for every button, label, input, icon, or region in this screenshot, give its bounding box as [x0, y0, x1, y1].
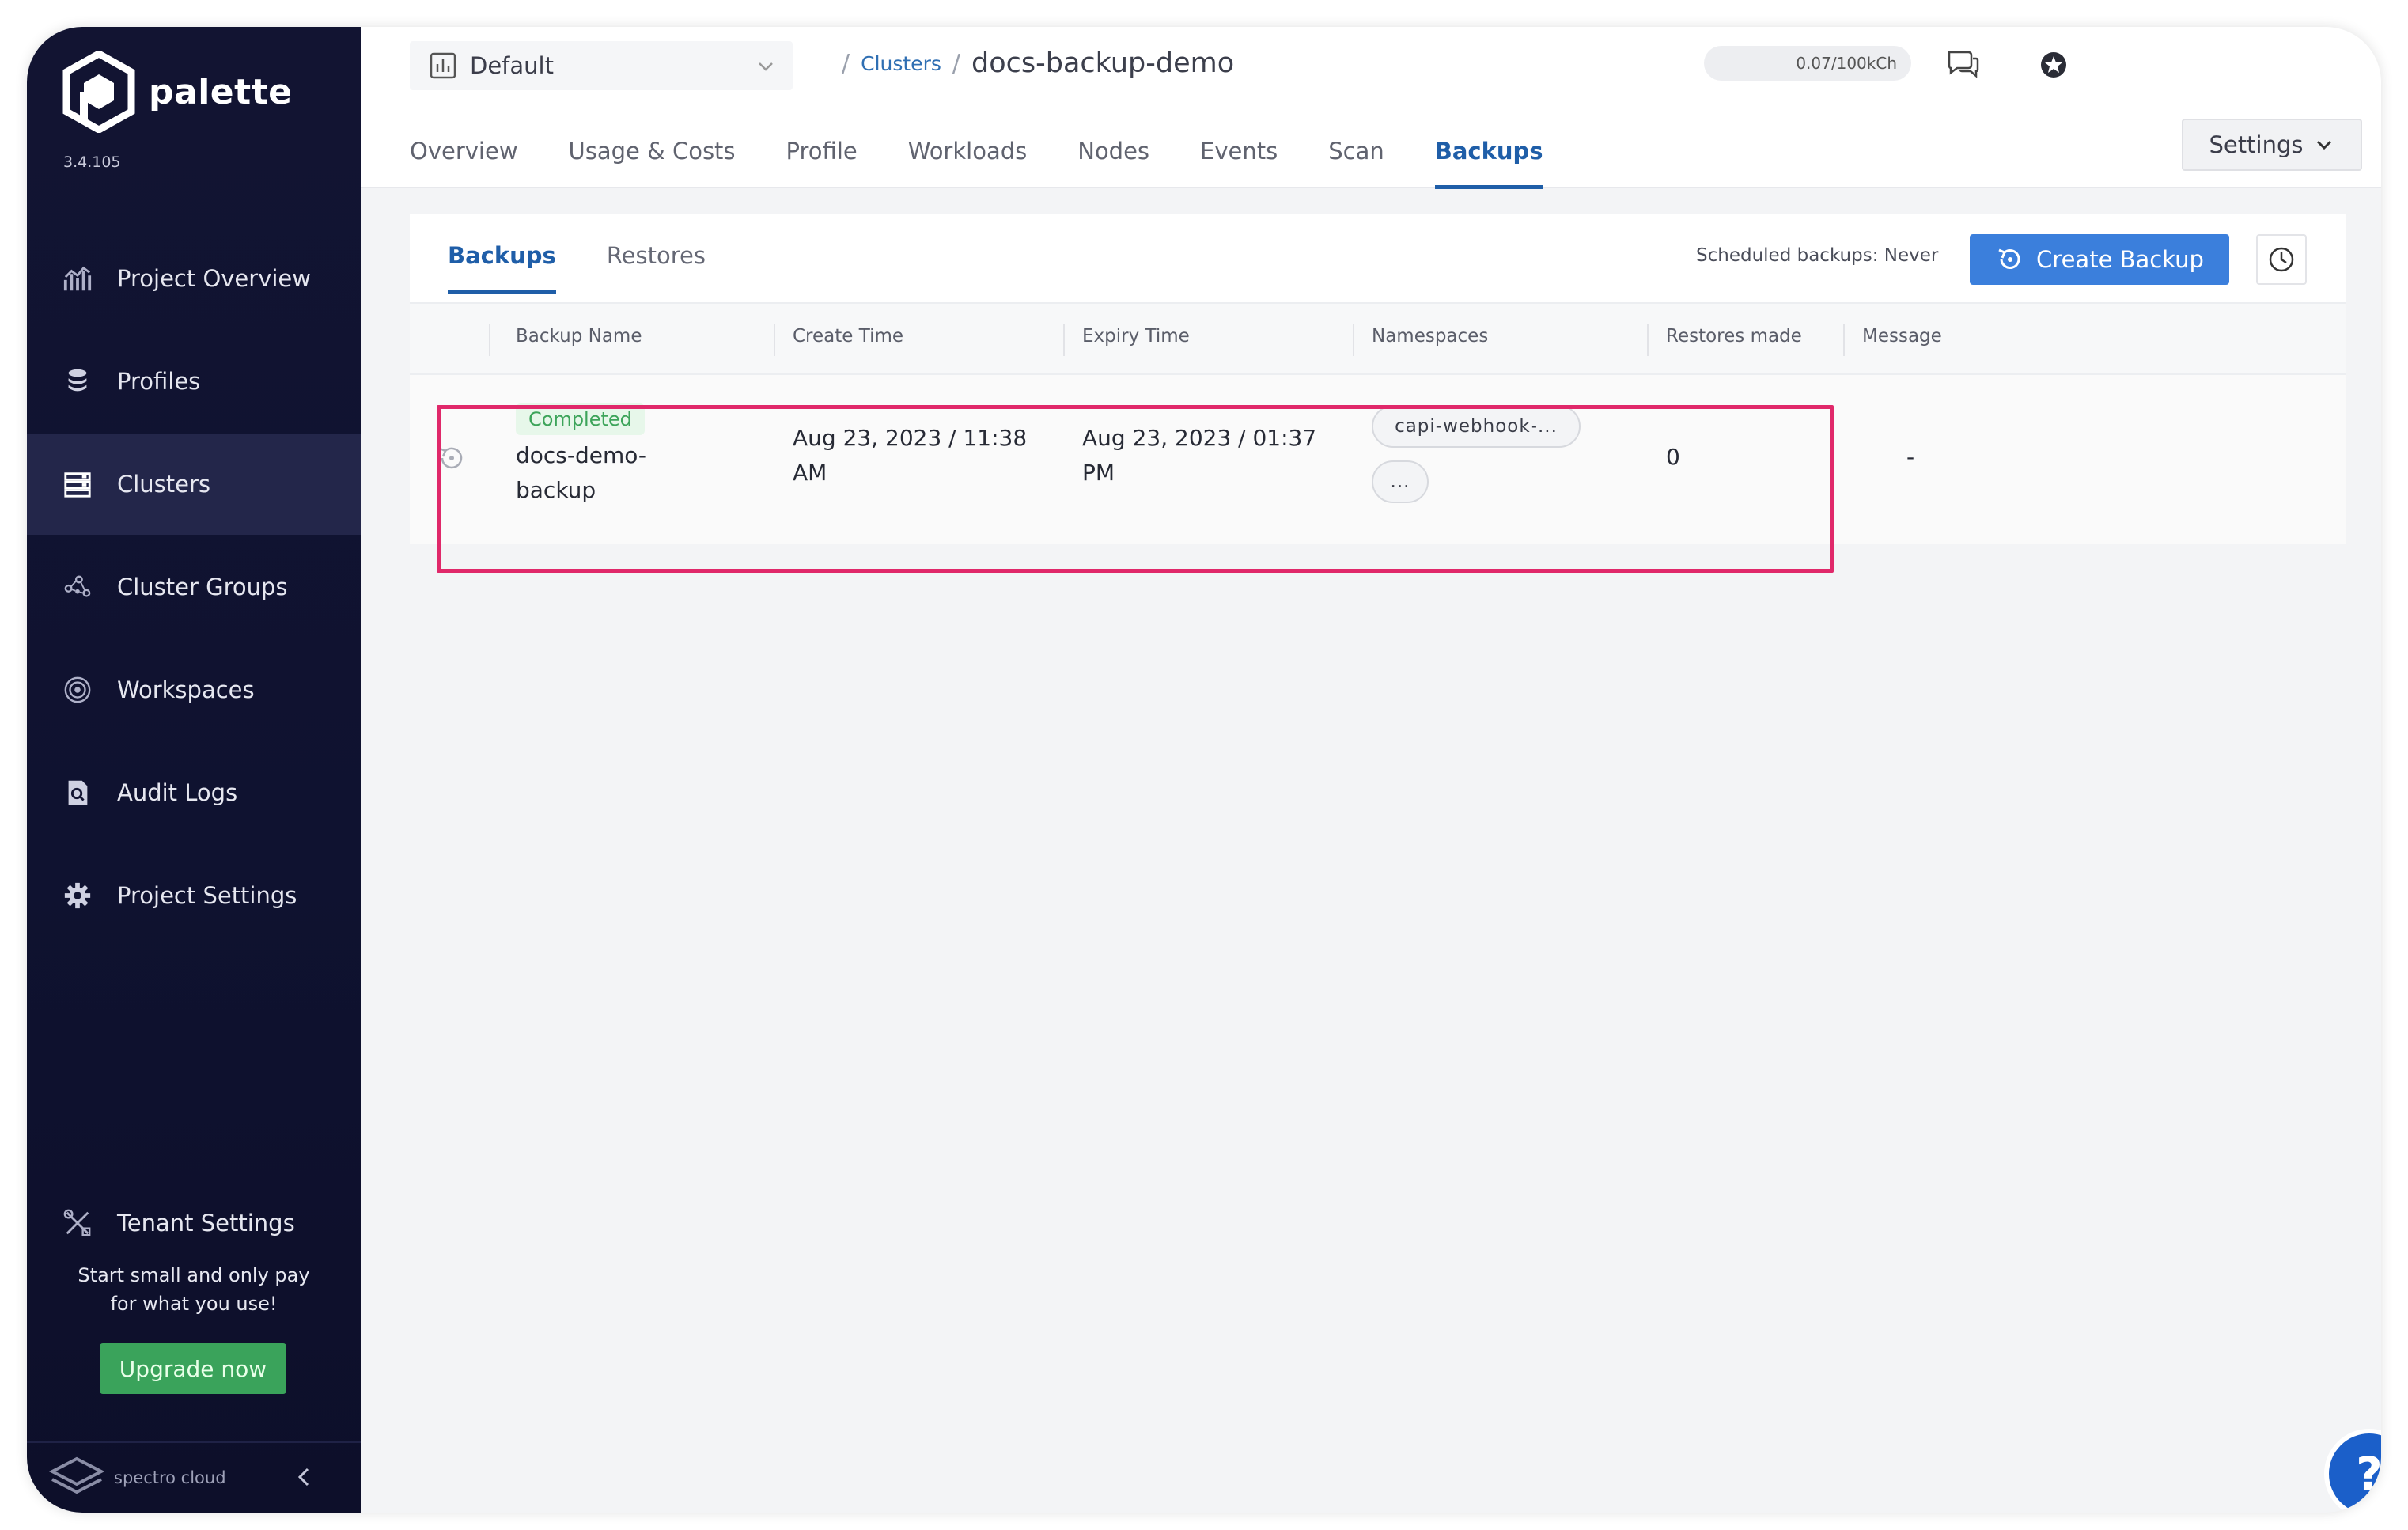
chart-icon [62, 263, 93, 294]
help-button[interactable]: ? [2329, 1433, 2381, 1513]
column-divider [1063, 324, 1065, 356]
table-header: Backup Name Create Time Expiry Time Name… [410, 302, 2346, 375]
column-divider [489, 324, 490, 356]
breadcrumb-clusters-link[interactable]: Clusters [861, 52, 941, 75]
tab-nodes[interactable]: Nodes [1077, 138, 1149, 189]
promo-line: Start small and only pay [78, 1264, 310, 1286]
app-window: palette 3.4.105 Project Overview Profile… [27, 27, 2381, 1513]
column-divider [1843, 324, 1845, 356]
top-bar: Default / Clusters / docs-backup-demo 0.… [361, 27, 2381, 189]
column-create-time[interactable]: Create Time [793, 326, 903, 347]
promo-line: for what you use! [110, 1293, 278, 1315]
column-restores-made[interactable]: Restores made [1666, 326, 1802, 347]
star-badge-icon[interactable] [2035, 46, 2073, 84]
message-cell: - [1906, 444, 1915, 470]
sidebar-item-workspaces[interactable]: Workspaces [27, 639, 361, 740]
backup-subtabs: Backups Restores [448, 242, 756, 294]
clusters-icon [62, 468, 93, 500]
create-backup-label: Create Backup [2036, 246, 2204, 273]
sidebar-item-label: Project Settings [117, 882, 297, 909]
highlight-annotation-box [437, 405, 1834, 573]
palette-logo-icon [62, 51, 135, 133]
tab-events[interactable]: Events [1200, 138, 1278, 189]
tab-usage-costs[interactable]: Usage & Costs [569, 138, 736, 189]
sidebar-item-profiles[interactable]: Profiles [27, 331, 361, 432]
sidebar-item-project-overview[interactable]: Project Overview [27, 228, 361, 329]
column-namespaces[interactable]: Namespaces [1372, 326, 1488, 347]
tab-restores[interactable]: Restores [607, 242, 706, 294]
tab-profile[interactable]: Profile [786, 138, 858, 189]
breadcrumb-separator: / [842, 49, 850, 78]
tab-workloads[interactable]: Workloads [908, 138, 1028, 189]
sidebar-item-label: Workspaces [117, 676, 255, 703]
column-divider [1353, 324, 1354, 356]
column-divider [774, 324, 775, 356]
tab-backups-list[interactable]: Backups [448, 242, 556, 294]
chevron-down-icon [759, 62, 773, 71]
tools-icon [62, 1207, 93, 1239]
sidebar: palette 3.4.105 Project Overview Profile… [27, 27, 361, 1513]
schedule-backup-button[interactable] [2256, 234, 2307, 285]
chat-icon[interactable] [1944, 46, 1982, 84]
sidebar-item-label: Audit Logs [117, 779, 238, 806]
sidebar-item-clusters[interactable]: Clusters [27, 434, 361, 535]
usage-credits-badge[interactable]: 0.07/100kCh [1704, 46, 1911, 81]
settings-dropdown-button[interactable]: Settings [2182, 119, 2362, 171]
promo-text: Start small and only pay for what you us… [27, 1261, 361, 1318]
audit-icon [62, 777, 93, 809]
target-icon [62, 674, 93, 706]
page-title: docs-backup-demo [971, 47, 1235, 79]
gear-icon [62, 880, 93, 911]
tab-scan[interactable]: Scan [1328, 138, 1384, 189]
sidebar-item-tenant-settings[interactable]: Tenant Settings [27, 1172, 361, 1274]
spectro-cloud-logo-icon [49, 1456, 104, 1494]
cluster-tabs: Overview Usage & Costs Profile Workloads… [410, 138, 1594, 189]
column-backup-name[interactable]: Backup Name [516, 326, 642, 347]
project-name: Default [470, 52, 554, 79]
upgrade-now-button[interactable]: Upgrade now [100, 1343, 286, 1394]
project-selector[interactable]: Default [410, 41, 793, 90]
project-icon [430, 52, 456, 79]
footer-brand: spectro cloud [114, 1468, 226, 1487]
sidebar-item-label: Project Overview [117, 265, 311, 292]
settings-label: Settings [2209, 131, 2304, 158]
sidebar-item-audit-logs[interactable]: Audit Logs [27, 742, 361, 843]
sidebar-item-label: Cluster Groups [117, 574, 288, 600]
column-message[interactable]: Message [1862, 326, 1942, 347]
stack-icon [62, 365, 93, 397]
sidebar-item-label: Clusters [117, 471, 211, 498]
brand-logo[interactable]: palette [62, 51, 293, 133]
breadcrumb-separator: / [952, 49, 960, 78]
sidebar-item-label: Profiles [117, 368, 201, 395]
backup-icon [1998, 248, 2020, 269]
column-expiry-time[interactable]: Expiry Time [1082, 326, 1190, 347]
breadcrumb: / Clusters / docs-backup-demo [831, 47, 1234, 79]
scheduled-backups-status: Scheduled backups: Never [1696, 245, 1939, 266]
sidebar-item-label: Tenant Settings [117, 1210, 295, 1236]
tab-backups[interactable]: Backups [1434, 138, 1543, 189]
graph-icon [62, 571, 93, 603]
brand-name: palette [149, 71, 293, 112]
column-divider [1647, 324, 1649, 356]
create-backup-button[interactable]: Create Backup [1970, 234, 2229, 285]
sidebar-item-cluster-groups[interactable]: Cluster Groups [27, 536, 361, 638]
sidebar-item-project-settings[interactable]: Project Settings [27, 845, 361, 946]
tab-overview[interactable]: Overview [410, 138, 518, 189]
chevron-down-icon [2317, 140, 2332, 150]
collapse-sidebar-icon[interactable] [293, 1465, 316, 1489]
app-version: 3.4.105 [63, 153, 121, 171]
clock-icon [2269, 247, 2294, 272]
